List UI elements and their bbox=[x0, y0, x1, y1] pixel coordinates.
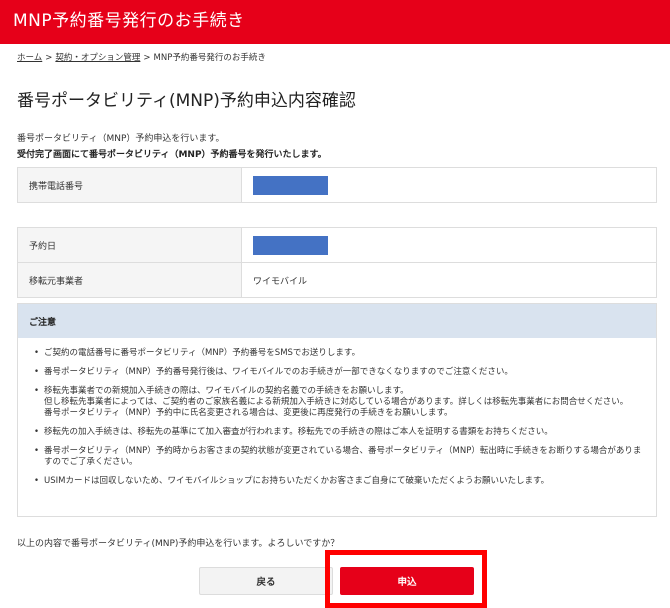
notice-item-text: USIMカードは回収しないため、ワイモバイルショップにお持ちいただくかお客さまご… bbox=[44, 476, 550, 486]
breadcrumb-separator: > bbox=[143, 53, 151, 63]
breadcrumb-contract-link[interactable]: 契約・オプション管理 bbox=[55, 53, 140, 63]
breadcrumb-separator: > bbox=[45, 53, 53, 63]
phone-number-value bbox=[241, 167, 657, 203]
notice-item-text: 番号ポータビリティ（MNP）予約番号発行後は、ワイモバイルでのお手続きが一部でき… bbox=[44, 367, 513, 377]
table-row: 予約日 bbox=[17, 227, 657, 263]
reservation-date-label: 予約日 bbox=[17, 227, 242, 263]
notice-item-text: 番号ポータビリティ（MNP）予約中に氏名変更される場合は、変更後に再度発行の手続… bbox=[44, 408, 453, 418]
masked-reservation-date bbox=[253, 235, 328, 255]
intro-text: 番号ポータビリティ（MNP）予約申込を行います。 bbox=[17, 134, 225, 144]
notice-item-text: ご契約の電話番号に番号ポータビリティ（MNP）予約番号をSMSでお送りします。 bbox=[44, 348, 361, 358]
breadcrumb-home-link[interactable]: ホーム bbox=[17, 53, 42, 63]
table-row: 移転元事業者 ワイモバイル bbox=[17, 262, 657, 298]
breadcrumb: ホーム > 契約・オプション管理 > MNP予約番号発行のお手続き bbox=[17, 51, 266, 63]
header-bar: MNP予約番号発行のお手続き bbox=[0, 0, 670, 44]
source-carrier-value: ワイモバイル bbox=[241, 262, 657, 298]
table-row: 携帯電話番号 bbox=[17, 167, 657, 203]
notice-heading: ご注意 bbox=[18, 304, 656, 338]
notice-item: 移転先事業者での新規加入手続きの際は、ワイモバイルの契約名義での手続きをお願いし… bbox=[34, 386, 644, 419]
notice-item: 番号ポータビリティ（MNP）予約番号発行後は、ワイモバイルでのお手続きが一部でき… bbox=[34, 367, 644, 378]
notice-item-text: 番号ポータビリティ（MNP）予約時からお客さまの契約状態が変更されている場合、番… bbox=[44, 446, 642, 467]
notice-item: USIMカードは回収しないため、ワイモバイルショップにお持ちいただくかお客さまご… bbox=[34, 476, 644, 487]
notice-item-text: 但し移転先事業者によっては、ご契約者のご家族名義による新規加入手続きに対応してい… bbox=[44, 397, 629, 407]
reservation-date-value bbox=[241, 227, 657, 263]
reservation-table: 予約日 移転元事業者 ワイモバイル bbox=[17, 227, 657, 298]
source-carrier-label: 移転元事業者 bbox=[17, 262, 242, 298]
page-title: 番号ポータビリティ(MNP)予約申込内容確認 bbox=[17, 91, 356, 111]
confirm-question: 以上の内容で番号ポータビリティ(MNP)予約申込を行います。よろしいですか？ bbox=[17, 539, 340, 549]
notice-box: ご注意 ご契約の電話番号に番号ポータビリティ（MNP）予約番号をSMSでお送りし… bbox=[17, 303, 657, 517]
intro-bold-text: 受付完了画面にて番号ポータビリティ（MNP）予約番号を発行いたします。 bbox=[17, 150, 327, 160]
notice-item-text: 移転先の加入手続きは、移転先の基準にて加入審査が行われます。移転先での手続きの際… bbox=[44, 427, 553, 437]
notice-item: 移転先の加入手続きは、移転先の基準にて加入審査が行われます。移転先での手続きの際… bbox=[34, 427, 644, 438]
notice-item-text: 移転先事業者での新規加入手続きの際は、ワイモバイルの契約名義での手続きをお願いし… bbox=[44, 386, 409, 396]
apply-button[interactable]: 申込 bbox=[340, 567, 474, 595]
notice-item: ご契約の電話番号に番号ポータビリティ（MNP）予約番号をSMSでお送りします。 bbox=[34, 348, 644, 359]
masked-phone-number bbox=[253, 175, 328, 195]
notice-list: ご契約の電話番号に番号ポータビリティ（MNP）予約番号をSMSでお送りします。番… bbox=[18, 338, 656, 487]
header-title: MNP予約番号発行のお手続き bbox=[13, 11, 245, 31]
phone-number-label: 携帯電話番号 bbox=[17, 167, 242, 203]
breadcrumb-current: MNP予約番号発行のお手続き bbox=[153, 53, 266, 63]
notice-item: 番号ポータビリティ（MNP）予約時からお客さまの契約状態が変更されている場合、番… bbox=[34, 446, 644, 468]
phone-table: 携帯電話番号 bbox=[17, 167, 657, 203]
back-button[interactable]: 戻る bbox=[199, 567, 333, 595]
